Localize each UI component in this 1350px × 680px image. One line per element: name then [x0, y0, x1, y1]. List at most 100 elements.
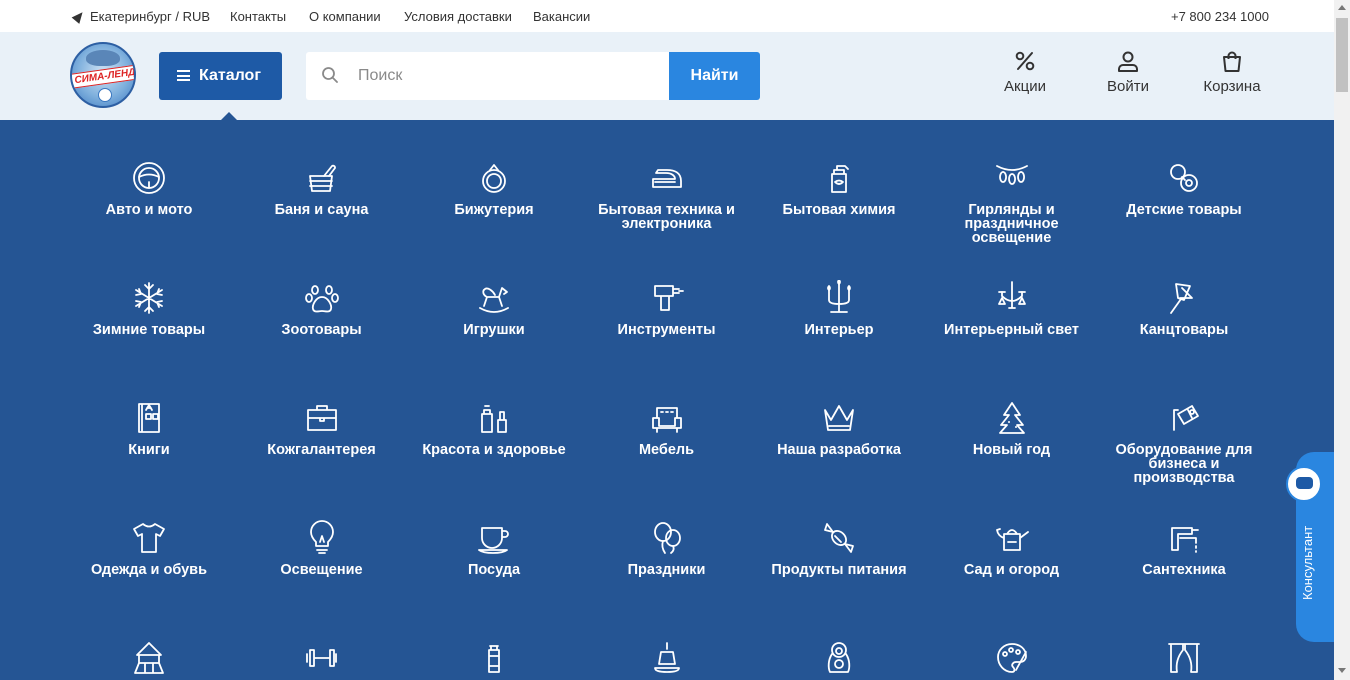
category-label: Бытовая техника и электроника: [598, 202, 735, 232]
chat-bubble-icon[interactable]: [1286, 466, 1322, 502]
tshirt-icon: [133, 523, 165, 553]
dumbbell-icon: [305, 649, 337, 667]
location-arrow-icon: [71, 9, 87, 24]
category-label: Баня и сауна: [274, 202, 369, 218]
category-item[interactable]: Оборудование для бизнеса и производства: [1098, 400, 1270, 485]
login-link[interactable]: Войти: [1088, 50, 1168, 95]
category-item[interactable]: Кожгалантерея: [236, 400, 408, 457]
garland-icon: [995, 165, 1028, 185]
cart-label: Корзина: [1203, 78, 1261, 95]
category-item[interactable]: Бытовая химия: [753, 160, 925, 217]
category-item[interactable]: Инструменты: [581, 280, 753, 337]
bottle-icon: [488, 645, 500, 673]
palette-icon: [996, 643, 1027, 673]
scroll-up-arrow-icon[interactable]: [1338, 5, 1346, 10]
camera-icon: [1173, 405, 1199, 431]
category-item[interactable]: Новый год: [926, 400, 1098, 457]
category-item[interactable]: Интерьер: [753, 280, 925, 337]
category-item[interactable]: Продукты питания: [753, 520, 925, 577]
topbar-link-about[interactable]: О компании: [309, 9, 381, 24]
category-item[interactable]: [236, 640, 408, 680]
location-selector[interactable]: Екатеринбург / RUB: [71, 9, 211, 24]
category-label: Посуда: [467, 562, 521, 578]
category-item[interactable]: Бижутерия: [408, 160, 580, 217]
catalog-button[interactable]: Каталог: [159, 52, 282, 100]
lightbulb-icon: [309, 520, 334, 554]
scrollbar[interactable]: [1334, 0, 1350, 680]
category-item[interactable]: Освещение: [236, 520, 408, 577]
sauna-bucket-icon: [308, 164, 336, 192]
category-item[interactable]: Канцтовары: [1098, 280, 1270, 337]
promo-link[interactable]: Акции: [985, 50, 1065, 95]
armchair-icon: [651, 407, 682, 433]
category-item[interactable]: [1098, 640, 1270, 680]
matryoshka-icon: [827, 642, 851, 673]
category-label: Гирлянды и праздничное освещение: [964, 202, 1059, 246]
category-item[interactable]: Игрушки: [408, 280, 580, 337]
steering-wheel-icon: [133, 162, 165, 194]
category-item[interactable]: Авто и мото: [63, 160, 235, 217]
category-item[interactable]: Бытовая техника и электроника: [581, 160, 753, 231]
category-item[interactable]: [581, 640, 753, 680]
watering-can-icon: [995, 528, 1029, 551]
topbar-link-delivery[interactable]: Условия доставки: [404, 9, 512, 24]
playground-icon: [134, 642, 164, 674]
spray-bottle-icon: [831, 165, 849, 193]
logo-text: СИМА-ЛЕНД: [73, 66, 136, 87]
category-label: Зимние товары: [92, 322, 206, 338]
category-item[interactable]: [63, 640, 235, 680]
category-item[interactable]: Баня и сауна: [236, 160, 408, 217]
ring-icon: [482, 164, 506, 193]
rocking-horse-icon: [479, 287, 509, 313]
christmas-tree-icon: [998, 402, 1025, 434]
globe-icon: [98, 88, 112, 102]
category-item[interactable]: Праздники: [581, 520, 753, 577]
category-item[interactable]: Мебель: [581, 400, 753, 457]
search-icon: [322, 67, 338, 83]
iron-icon: [651, 169, 682, 188]
category-label: Сад и огород: [963, 562, 1060, 578]
category-item[interactable]: Наша разработка: [753, 400, 925, 457]
cart-link[interactable]: Корзина: [1192, 50, 1272, 95]
search-submit-button[interactable]: Найти: [669, 52, 760, 100]
category-label: Новый год: [972, 442, 1051, 458]
category-item[interactable]: Зимние товары: [63, 280, 235, 337]
balloons-icon: [653, 522, 681, 554]
location-label: Екатеринбург / RUB: [90, 9, 211, 24]
category-item[interactable]: [408, 640, 580, 680]
consultant-label: Консультант: [1300, 525, 1315, 600]
cosmetics-icon: [481, 405, 507, 433]
category-label: Инструменты: [617, 322, 716, 338]
site-logo[interactable]: СИМА-ЛЕНД: [70, 42, 136, 108]
category-label: Интерьер: [804, 322, 874, 338]
category-label: Канцтовары: [1139, 322, 1229, 338]
category-item[interactable]: Интерьерный свет: [926, 280, 1098, 337]
category-item[interactable]: Детские товары: [1098, 160, 1270, 217]
scroll-down-arrow-icon[interactable]: [1338, 668, 1346, 673]
promo-label: Акции: [1004, 78, 1046, 95]
snowflake-icon: [135, 282, 163, 314]
topbar-link-vacancies[interactable]: Вакансии: [533, 9, 590, 24]
category-label: Сантехника: [1142, 562, 1226, 578]
phone-number[interactable]: +7 800 234 1000: [1171, 9, 1269, 24]
category-item[interactable]: [753, 640, 925, 680]
category-label: Бытовая химия: [782, 202, 896, 218]
category-item[interactable]: Книги: [63, 400, 235, 457]
category-label: Мебель: [638, 442, 695, 458]
category-item[interactable]: Гирлянды и праздничное освещение: [926, 160, 1098, 245]
category-item[interactable]: Зоотовары: [236, 280, 408, 337]
category-label: Интерьерный свет: [944, 322, 1079, 338]
chandelier-icon: [997, 281, 1026, 309]
topbar-link-contacts[interactable]: Контакты: [230, 9, 286, 24]
site-header: СИМА-ЛЕНД Каталог Найти Акции Войти: [0, 32, 1334, 120]
category-item[interactable]: Одежда и обувь: [63, 520, 235, 577]
category-item[interactable]: [926, 640, 1098, 680]
category-label: Продукты питания: [771, 562, 907, 578]
category-item[interactable]: Красота и здоровье: [408, 400, 580, 457]
category-item[interactable]: Сантехника: [1098, 520, 1270, 577]
category-item[interactable]: Посуда: [408, 520, 580, 577]
scrollbar-thumb[interactable]: [1336, 18, 1348, 92]
search-input[interactable]: [358, 52, 658, 100]
category-item[interactable]: Сад и огород: [926, 520, 1098, 577]
menu-icon: [177, 70, 190, 81]
